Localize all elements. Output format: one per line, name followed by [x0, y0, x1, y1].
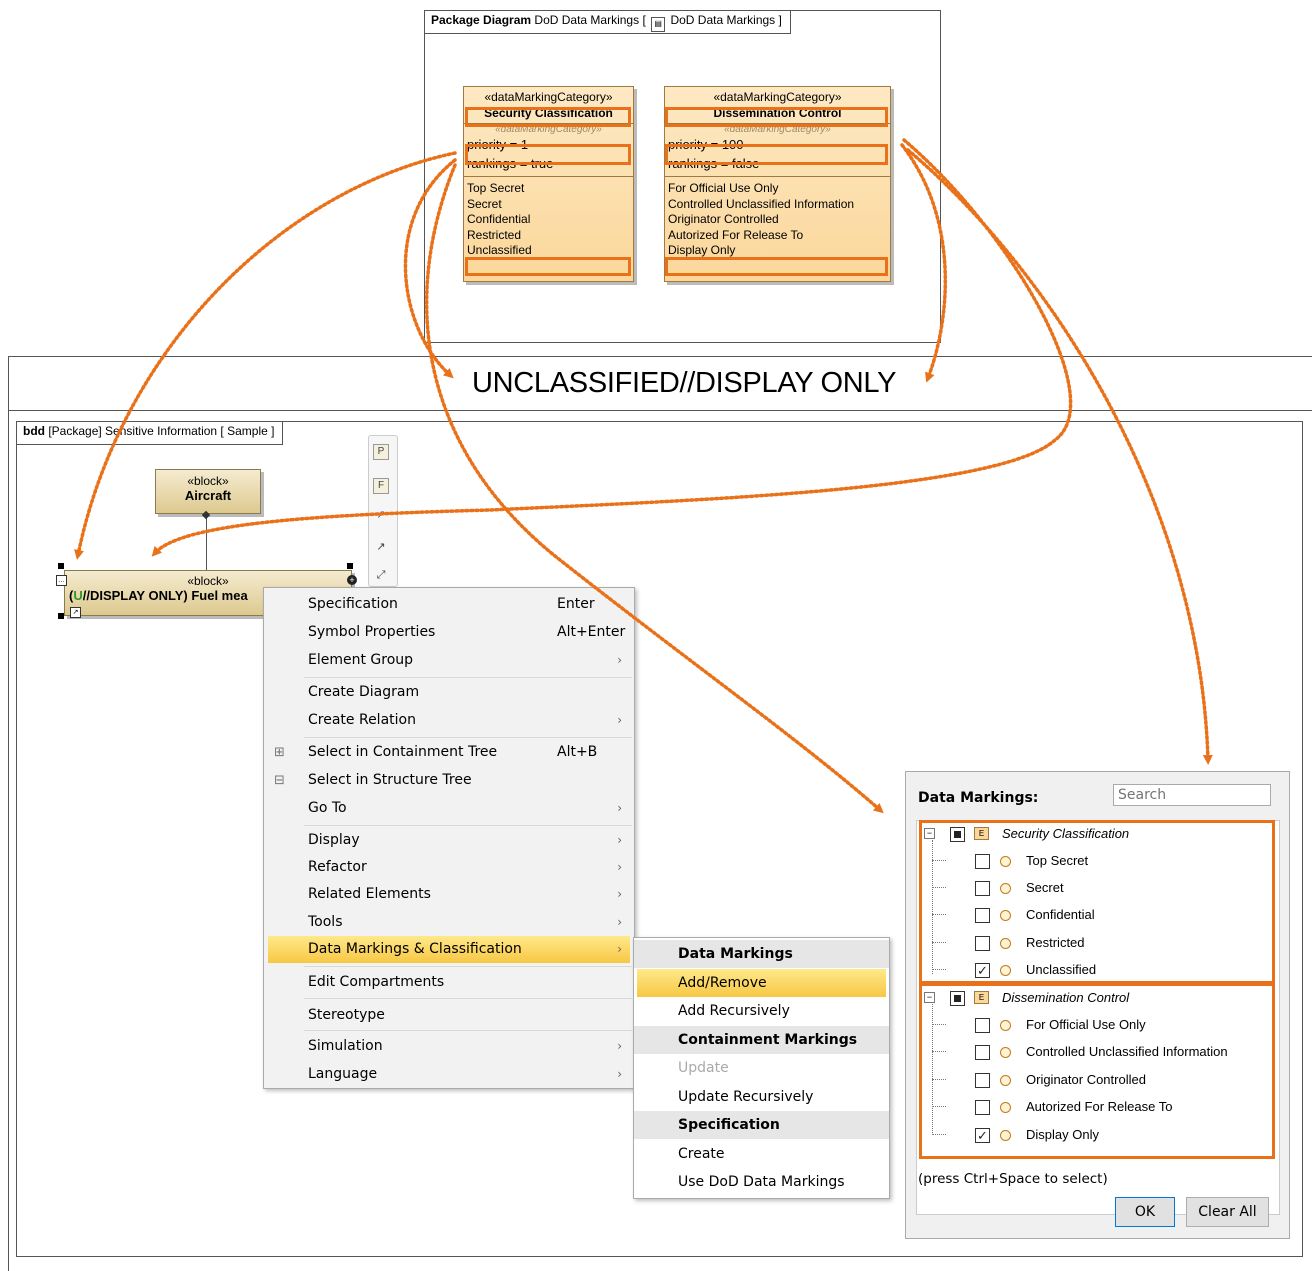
containment-tree-icon: ⊞	[274, 745, 285, 760]
category-stereotype: «dataMarkingCategory»	[484, 90, 613, 104]
literal-item: Secret	[467, 196, 502, 211]
highlight-box	[919, 983, 1275, 1159]
ok-button[interactable]: OK	[1115, 1197, 1175, 1227]
submenu-item-update: Update	[678, 1060, 729, 1076]
category-stereotype: «dataMarkingCategory»	[713, 90, 842, 104]
highlight-box	[465, 257, 631, 276]
search-input[interactable]	[1113, 784, 1271, 806]
menu-item-stereotype[interactable]: Stereotype	[264, 1002, 634, 1029]
menu-item-specification[interactable]: Specification Enter	[264, 591, 634, 618]
menu-item-display[interactable]: Display ›	[264, 827, 634, 854]
menu-item-create-relation[interactable]: Create Relation ›	[264, 707, 634, 734]
menu-item-element-group[interactable]: Element Group ›	[264, 647, 634, 674]
menu-item-symbol-properties[interactable]: Symbol Properties Alt+Enter	[264, 619, 634, 646]
submenu-item-add-recursively[interactable]: Add Recursively	[634, 997, 889, 1025]
literal-item: For Official Use Only	[668, 181, 779, 195]
literal-item: Restricted	[467, 227, 522, 242]
panel-title: Data Markings:	[918, 790, 1039, 806]
package-diagram-name: DoD Data Markings [	[534, 13, 646, 27]
menu-item-simulation[interactable]: Simulation ›	[264, 1033, 634, 1060]
literal-item: Originator Controlled	[668, 212, 779, 226]
chevron-right-icon: ›	[617, 860, 622, 874]
literal-item: Controlled Unclassified Information	[668, 196, 855, 211]
link-icon[interactable]: ↗	[70, 607, 81, 618]
selection-handle[interactable]	[58, 613, 64, 619]
bdd-name: [Package] Sensitive Information [ Sample…	[48, 424, 275, 438]
submenu-header-specification: Specification	[634, 1111, 889, 1139]
flow-property-icon[interactable]: F	[373, 478, 389, 494]
menu-item-create-diagram[interactable]: Create Diagram	[264, 679, 634, 706]
literal-item: Confidential	[467, 212, 531, 226]
selection-handle[interactable]	[347, 563, 353, 569]
add-icon[interactable]: +	[347, 575, 357, 585]
dependency-icon[interactable]: ↗	[372, 538, 390, 556]
banner-text: UNCLASSIFIED//DISPLAY ONLY	[472, 367, 897, 399]
block-stereotype: «block»	[187, 474, 229, 488]
highlight-box	[665, 107, 888, 127]
diagram-icon: ▤	[651, 17, 666, 32]
collapse-icon[interactable]: …	[56, 575, 67, 586]
submenu-header-containment-markings: Containment Markings	[634, 1026, 889, 1054]
chevron-right-icon: ›	[617, 833, 622, 847]
block-name: Aircraft	[184, 488, 232, 503]
highlight-box	[465, 144, 631, 165]
menu-item-edit-compartments[interactable]: Edit Compartments	[264, 969, 634, 996]
highlight-box	[665, 144, 888, 165]
structure-tree-icon: ⊟	[274, 773, 285, 788]
chevron-right-icon: ›	[617, 942, 622, 956]
highlight-box	[665, 257, 888, 276]
bdd-kind: bdd	[23, 424, 45, 438]
chevron-right-icon: ›	[617, 1039, 622, 1053]
menu-item-related-elements[interactable]: Related Elements ›	[264, 881, 634, 908]
submenu-header-data-markings: Data Markings	[634, 940, 889, 968]
menu-item-tools[interactable]: Tools ›	[264, 909, 634, 936]
aircraft-block[interactable]: «block» Aircraft	[155, 469, 261, 514]
submenu-item-create[interactable]: Create	[634, 1140, 889, 1168]
bdd-tab: bdd [Package] Sensitive Information [ Sa…	[17, 422, 284, 445]
literal-item: Top Secret	[467, 181, 525, 195]
menu-item-select-containment-tree[interactable]: ⊞ Select in Containment Tree Alt+B	[264, 739, 634, 766]
chevron-right-icon: ›	[617, 653, 622, 667]
composition-line	[206, 513, 207, 570]
submenu-item-add-remove[interactable]: Add/Remove	[637, 969, 886, 997]
chevron-right-icon: ›	[617, 915, 622, 929]
selection-handle[interactable]	[58, 563, 64, 569]
menu-item-select-structure-tree[interactable]: ⊟ Select in Structure Tree	[264, 767, 634, 794]
context-menu: Specification Enter Symbol Properties Alt+…	[263, 587, 635, 1089]
menu-item-language[interactable]: Language ›	[264, 1061, 634, 1088]
generalization-icon[interactable]: ⤢	[372, 566, 390, 584]
chevron-right-icon: ›	[617, 887, 622, 901]
menu-item-refactor[interactable]: Refactor ›	[264, 854, 634, 881]
port-icon[interactable]: P	[373, 444, 389, 460]
submenu-item-update-recursively[interactable]: Update Recursively	[634, 1083, 889, 1111]
package-diagram-kind: Package Diagram	[431, 13, 532, 27]
hint-text: (press Ctrl+Space to select)	[918, 1171, 1108, 1187]
highlight-box	[465, 107, 631, 127]
chevron-right-icon: ›	[617, 801, 622, 815]
clear-all-button[interactable]: Clear All	[1186, 1197, 1269, 1227]
block-stereotype: «block»	[187, 574, 229, 588]
package-diagram-ref: DoD Data Markings ]	[670, 13, 782, 27]
chevron-right-icon: ›	[617, 1067, 622, 1081]
literal-item: Autorized For Release To	[668, 227, 804, 242]
menu-item-go-to[interactable]: Go To ›	[264, 795, 634, 822]
package-diagram-tab: Package Diagram DoD Data Markings [ ▤ Do…	[425, 11, 791, 34]
menu-item-data-markings[interactable]: Data Markings & Classification ›	[268, 936, 630, 963]
submenu-item-use-dod-data-markings[interactable]: Use DoD Data Markings	[634, 1168, 889, 1196]
highlight-box	[919, 820, 1275, 984]
data-markings-submenu: Data Markings Add/Remove Add Recursively…	[633, 937, 890, 1199]
chevron-right-icon: ›	[617, 713, 622, 727]
association-icon[interactable]: ↗	[372, 506, 390, 524]
